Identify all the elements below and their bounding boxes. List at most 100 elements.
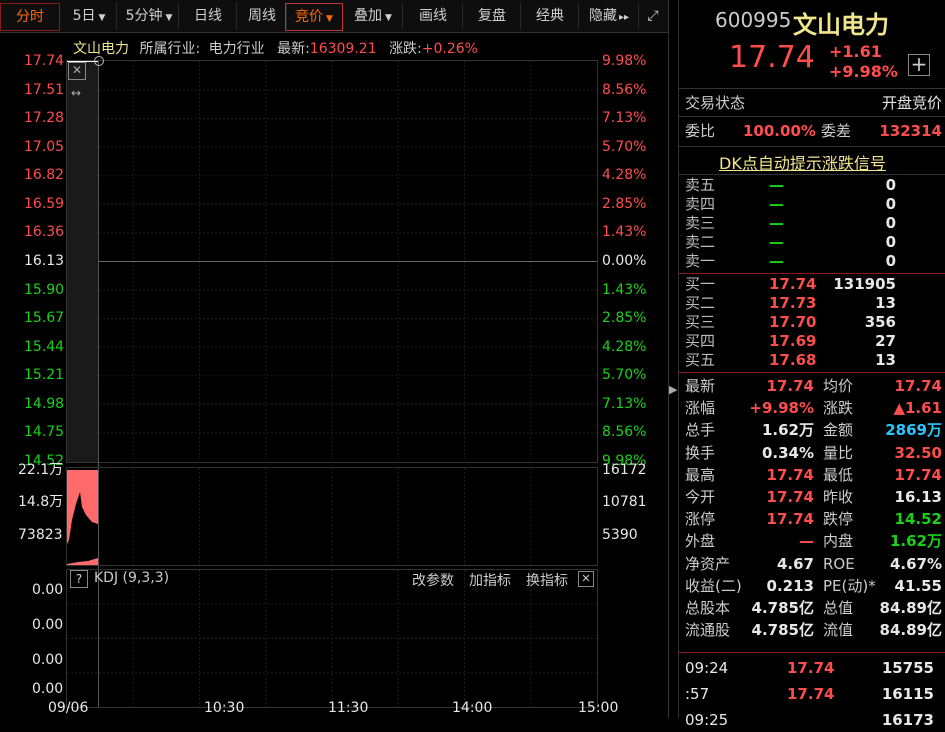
tab-auction[interactable]: 竞价 ▼ [285,3,343,31]
sell-level-row[interactable]: 卖二 — 0 [679,233,945,252]
level-volume: 27 [875,332,896,350]
resize-horizontal-icon[interactable]: ↔ [68,86,84,100]
quote-value: 17.74 [766,465,814,484]
quote-value: 17.74 [894,377,942,395]
quote-row: 总手 1.62万 金额 2869万 [679,419,945,441]
quote-label: 总手 [685,421,716,440]
sell-level-row[interactable]: 卖一 — 0 [679,252,945,271]
help-icon[interactable]: ? [70,570,88,588]
price-tick-label: 17.28 [24,110,65,127]
add-watchlist-icon[interactable]: + [908,54,930,76]
tab-draw[interactable]: 画线 [404,3,463,29]
quote-row: 最新 17.74 均价 17.74 [679,375,945,397]
kdj-tick: 0.00 [32,681,64,697]
quote-label: 跌停 [823,510,854,529]
collapse-handle-icon[interactable]: ▶ [669,375,677,405]
sell-level-row[interactable]: 卖四 — 0 [679,195,945,214]
sell-level-row[interactable]: 卖五 — 0 [679,176,945,195]
tick-row: :57 17.74 16115 [679,682,945,706]
quote-value: 17.74 [766,510,814,529]
quote-value: 1.62万 [761,421,814,440]
price-change: +1.61 [829,42,882,61]
quote-value: +9.98% [749,399,814,418]
tab-label: 画线 [419,8,447,24]
price-tick-label: 17.51 [24,81,65,98]
divider [679,116,945,117]
tab-replay[interactable]: 复盘 [464,3,521,29]
book-divider [679,372,945,373]
auction-price-dot [94,56,104,66]
panel-divider [668,0,669,718]
quote-label: 收益(二) [685,576,742,595]
tick-price: 17.74 [787,685,835,703]
switch-indicator-link[interactable]: 换指标 [526,570,568,590]
change-params-link[interactable]: 改参数 [412,570,454,590]
tick-volume: 16173 [881,711,934,729]
level-volume: 0 [885,176,896,194]
divider [679,146,945,147]
quote-label: 最新 [685,377,716,395]
kdj-tick: 0.00 [32,617,64,633]
buy-level-row[interactable]: 买一 17.74 131905 [679,275,945,294]
percent-tick-label: 5.70% [602,138,647,155]
percent-tick-label: 8.56% [602,424,647,441]
time-tick-label: 10:30 [204,700,245,716]
tab-overlay[interactable]: 叠加 ▼ [344,3,403,29]
tab-label: 日线 [194,8,222,24]
buy-level-row[interactable]: 买五 17.68 13 [679,351,945,370]
tab-daily[interactable]: 日线 [180,3,237,29]
quote-label: 涨停 [685,510,716,529]
buy-level-row[interactable]: 买四 17.69 27 [679,332,945,351]
tab-hide[interactable]: 隐藏 ▸▸ [580,3,639,29]
level-price: 17.70 [769,313,817,331]
tab-label: 叠加 [354,8,383,24]
tab-5day[interactable]: 5日 ▼ [62,3,117,29]
level-label: 卖四 [685,195,716,213]
percent-tick-label: 2.85% [602,195,647,212]
time-tick-label: 15:00 [578,700,619,716]
quote-label: 换手 [685,443,716,462]
stock-code: 600995 [715,8,792,32]
status-label: 交易状态 [685,94,746,112]
kdj-title: KDJ (9,3,3) [94,570,170,586]
price-tick-label: 14.75 [24,424,65,441]
tick-time: 09:25 [685,711,729,729]
dk-signal-link[interactable]: DK点自动提示涨跌信号 [719,150,886,174]
quote-label: ROE [823,554,855,573]
price-chart[interactable] [0,52,668,718]
quote-row: 涨幅 +9.98% 涨跌 ▲1.61 [679,397,945,419]
level-price: 17.69 [769,332,817,350]
buy-level-row[interactable]: 买三 17.70 356 [679,313,945,332]
price-tick-label: 15.21 [24,367,65,384]
sell-level-row[interactable]: 卖三 — 0 [679,214,945,233]
level-volume: 131905 [833,275,896,293]
close-icon[interactable]: ✕ [578,571,594,587]
tab-classic[interactable]: 经典 [522,3,579,29]
level-label: 买四 [685,332,716,350]
quote-row: 今开 17.74 昨收 16.13 [679,486,945,508]
tab-weekly[interactable]: 周线 [238,3,287,29]
level-label: 卖三 [685,214,716,232]
level-volume: 0 [885,214,896,232]
buy-level-row[interactable]: 买二 17.73 13 [679,294,945,313]
tab-label: 周线 [248,8,276,24]
quote-value: 17.74 [766,488,814,506]
tab-5min[interactable]: 5分钟 ▼ [120,3,179,29]
level-label: 卖二 [685,233,716,251]
ticks-divider [679,652,945,653]
quote-value: ▲1.61 [893,399,942,418]
quote-value: 41.55 [894,576,942,595]
tab-intraday[interactable]: 分时 [0,3,60,31]
quote-label: 最低 [823,465,854,484]
level-price: — [769,176,784,194]
close-icon[interactable]: ✕ [68,62,86,80]
add-indicator-link[interactable]: 加指标 [469,570,511,590]
tab-label: 竞价 [295,9,324,25]
tab-label: 5分钟 [125,8,163,24]
caret-down-icon: ▼ [98,13,106,23]
expand-glyph: ⤢ [647,8,659,24]
level-label: 买五 [685,351,716,369]
expand-icon[interactable]: ⤢ [640,3,666,29]
quote-label: 量比 [823,443,854,462]
kdj-tick: 0.00 [32,652,64,668]
